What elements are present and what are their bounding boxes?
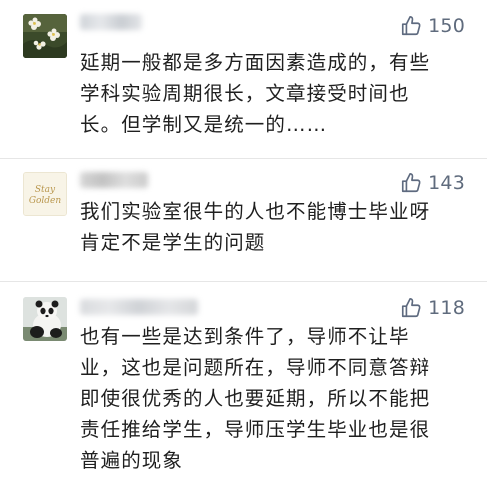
- thumbs-up-icon: [400, 297, 422, 319]
- avatar[interactable]: [23, 297, 67, 341]
- like-button[interactable]: 150: [400, 15, 465, 37]
- username-blurred: [80, 299, 198, 315]
- like-count: 118: [428, 297, 465, 319]
- like-count: 143: [428, 172, 465, 194]
- avatar[interactable]: Stay Golden: [23, 172, 67, 216]
- username-blurred: [80, 172, 148, 188]
- comment-item: 150 延期一般都是多方面因素造成的，有些 学科实验周期很长，文章接受时间也 长…: [0, 0, 487, 160]
- like-button[interactable]: 118: [400, 297, 465, 319]
- thumbs-up-icon: [400, 15, 422, 37]
- avatar[interactable]: [23, 14, 67, 58]
- comment-text: 延期一般都是多方面因素造成的，有些 学科实验周期很长，文章接受时间也 长。但学制…: [80, 51, 431, 136]
- username-blurred: [80, 14, 142, 30]
- thumbs-up-icon: [400, 172, 422, 194]
- comment-item: 118 也有一些是达到条件了，导师不让毕 业，这也是问题所在，导师不同意答辩 即…: [0, 283, 487, 480]
- comment-text: 我们实验室很牛的人也不能博士毕业呀 肯定不是学生的问题: [80, 200, 431, 254]
- panda-avatar-icon: [23, 297, 67, 341]
- divider: [0, 158, 487, 159]
- like-button[interactable]: 143: [400, 172, 465, 194]
- avatar-wordmark: Stay: [35, 185, 56, 195]
- stay-golden-avatar-icon: Stay Golden: [24, 173, 66, 215]
- divider: [0, 281, 487, 282]
- comment-text: 也有一些是达到条件了，导师不让毕 业，这也是问题所在，导师不同意答辩 即使很优秀…: [80, 325, 431, 472]
- like-count: 150: [428, 15, 465, 37]
- comment-item: Stay Golden 143 我们实验室很牛的人也不能博士毕业呀 肯定不是学生…: [0, 160, 487, 290]
- avatar-wordmark: Golden: [29, 196, 62, 206]
- flowers-avatar-icon: [23, 14, 67, 58]
